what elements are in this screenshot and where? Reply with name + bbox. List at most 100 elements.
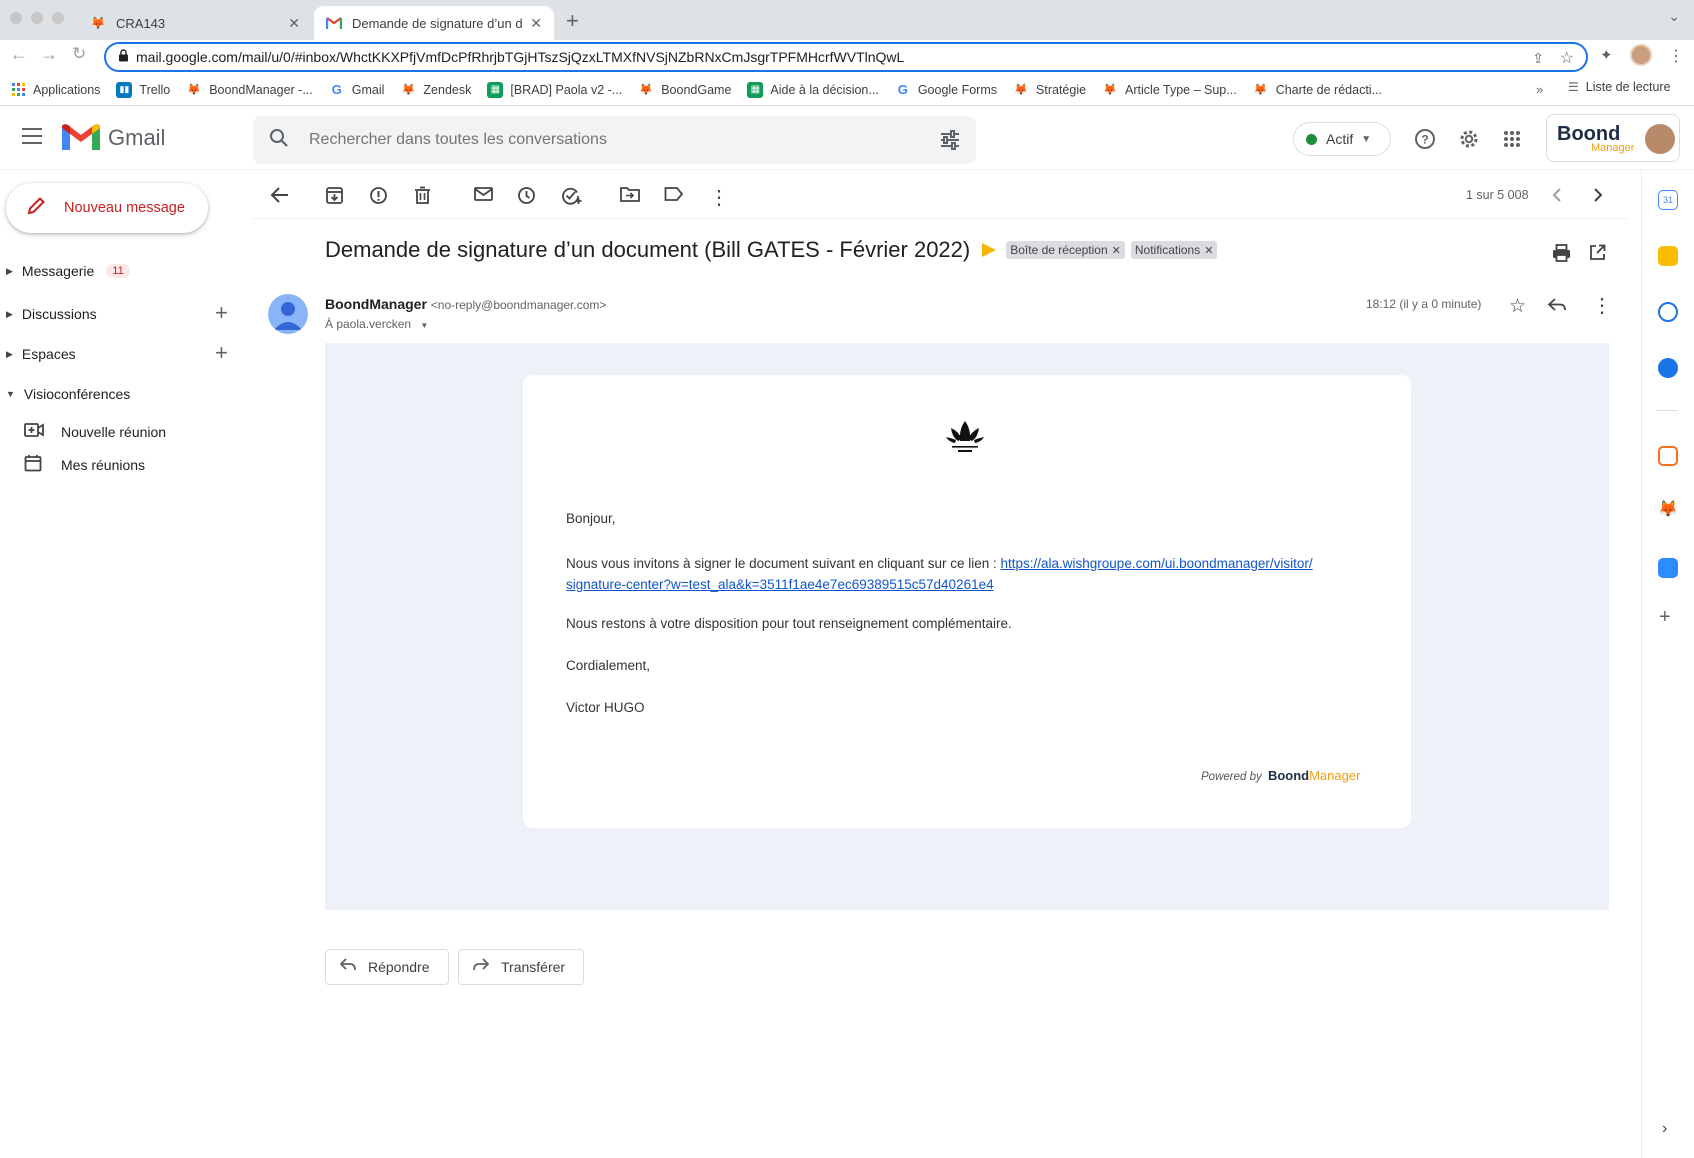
new-space-plus-icon[interactable]: + bbox=[215, 340, 228, 366]
search-input[interactable] bbox=[307, 130, 907, 150]
new-chat-plus-icon[interactable]: + bbox=[215, 300, 228, 326]
reading-list-label: Liste de lecture bbox=[1585, 80, 1671, 94]
reply-arrow-icon[interactable] bbox=[1547, 298, 1566, 317]
tab-search-chevron-icon[interactable]: ⌄ bbox=[1668, 8, 1680, 25]
bookmark-applications[interactable]: Applications bbox=[10, 82, 100, 98]
bookmark-brad-paola[interactable]: ▦ [BRAD] Paola v2 -... bbox=[487, 81, 622, 98]
older-chevron-icon[interactable] bbox=[1592, 187, 1604, 208]
browser-menu-icon[interactable]: ⋮ bbox=[1668, 46, 1684, 66]
remove-label-icon[interactable]: ✕ bbox=[1204, 245, 1213, 257]
new-tab-icon[interactable]: + bbox=[566, 8, 579, 34]
bookmark-zendesk[interactable]: 🦊 Zendesk bbox=[400, 82, 472, 98]
print-icon[interactable] bbox=[1552, 244, 1571, 267]
compose-button[interactable]: Nouveau message bbox=[6, 183, 208, 233]
sender-avatar[interactable] bbox=[268, 294, 308, 334]
close-tab-icon[interactable]: ✕ bbox=[288, 15, 300, 32]
label-chip-text: Notifications bbox=[1134, 243, 1201, 257]
browser-tab-cra143[interactable]: 🦊 CRA143 ✕ bbox=[78, 6, 312, 40]
bookmark-google-forms[interactable]: G Google Forms bbox=[895, 82, 997, 98]
account-switcher[interactable]: Boond Manager bbox=[1546, 114, 1680, 162]
main-menu-icon[interactable] bbox=[22, 128, 42, 149]
bookmark-aide-decision[interactable]: ▦ Aide à la décision... bbox=[747, 81, 879, 98]
profile-avatar[interactable] bbox=[1630, 44, 1652, 66]
caret-right-icon: ▶ bbox=[6, 308, 13, 319]
search-icon[interactable] bbox=[269, 128, 289, 153]
extensions-puzzle-icon[interactable]: ✦ bbox=[1600, 46, 1613, 64]
bookmark-article-type[interactable]: 🦊 Article Type – Sup... bbox=[1102, 82, 1237, 98]
addon-layout-icon[interactable] bbox=[1658, 446, 1678, 466]
window-close-dot[interactable] bbox=[10, 12, 22, 24]
fox-icon: 🦊 bbox=[401, 84, 416, 96]
move-to-folder-icon[interactable] bbox=[620, 186, 640, 207]
google-calendar-icon[interactable]: 31 bbox=[1658, 190, 1678, 210]
newer-chevron-icon[interactable] bbox=[1551, 187, 1563, 208]
nav-item-nouvelle-reunion[interactable]: Nouvelle réunion bbox=[24, 422, 166, 441]
mark-unread-icon[interactable] bbox=[474, 186, 493, 207]
open-new-window-icon[interactable] bbox=[1589, 244, 1606, 266]
sender-name[interactable]: BoondManager bbox=[325, 296, 427, 312]
bookmark-trello[interactable]: ▮▮ Trello bbox=[116, 81, 170, 98]
bookmark-strategie[interactable]: 🦊 Stratégie bbox=[1013, 82, 1086, 98]
label-chip-notifications[interactable]: Notifications ✕ bbox=[1130, 241, 1218, 259]
search-options-icon[interactable] bbox=[940, 130, 960, 155]
contacts-icon[interactable] bbox=[1658, 358, 1678, 378]
powered-brand-bold: Boond bbox=[1267, 768, 1310, 783]
label-tag-icon[interactable] bbox=[664, 186, 684, 207]
zoom-video-icon[interactable] bbox=[1658, 558, 1678, 578]
window-minimize-dot[interactable] bbox=[31, 12, 43, 24]
expand-panel-chevron-icon[interactable]: › bbox=[1662, 1120, 1667, 1138]
close-tab-icon[interactable]: ✕ bbox=[530, 15, 542, 32]
settings-gear-icon[interactable] bbox=[1458, 128, 1480, 155]
label-chip-inbox[interactable]: Boîte de réception ✕ bbox=[1006, 241, 1125, 259]
google-keep-icon[interactable] bbox=[1658, 246, 1678, 266]
message-more-icon[interactable]: ⋮ bbox=[1592, 293, 1612, 318]
google-tasks-icon[interactable] bbox=[1658, 302, 1678, 322]
bookmark-charte[interactable]: 🦊 Charte de rédacti... bbox=[1253, 82, 1382, 98]
archive-icon[interactable] bbox=[325, 186, 344, 210]
important-marker-icon[interactable] bbox=[982, 243, 997, 257]
more-options-icon[interactable]: ⋮ bbox=[709, 185, 729, 210]
reading-list-button[interactable]: ☰ Liste de lecture bbox=[1568, 80, 1671, 94]
boondmanager-fox-icon[interactable]: 🦊 bbox=[1658, 500, 1678, 520]
report-spam-icon[interactable] bbox=[369, 186, 388, 210]
bookmark-gmail[interactable]: G Gmail bbox=[329, 82, 385, 98]
bookmark-boondmanager[interactable]: 🦊 BoondManager -... bbox=[186, 82, 313, 98]
forward-button[interactable]: Transférer bbox=[458, 949, 585, 985]
browser-tab-gmail[interactable]: Demande de signature d’un do ✕ bbox=[314, 6, 554, 40]
reload-icon[interactable]: ↻ bbox=[72, 44, 86, 64]
nav-section-espaces[interactable]: ▶ Espaces bbox=[6, 346, 76, 362]
google-apps-icon[interactable] bbox=[1503, 130, 1521, 153]
bookmarks-overflow-icon[interactable]: » bbox=[1536, 82, 1543, 97]
nav-item-mes-reunions[interactable]: Mes réunions bbox=[24, 454, 145, 475]
address-bar[interactable]: mail.google.com/mail/u/0/#inbox/WhctKKXP… bbox=[104, 42, 1588, 72]
bookmark-star-icon[interactable]: ☆ bbox=[1560, 48, 1574, 68]
star-icon[interactable]: ☆ bbox=[1509, 295, 1526, 318]
share-icon[interactable]: ⇪ bbox=[1532, 50, 1544, 67]
nav-section-discussions[interactable]: ▶ Discussions bbox=[6, 306, 97, 322]
add-task-icon[interactable] bbox=[561, 186, 582, 210]
forward-arrow-icon[interactable]: → bbox=[40, 44, 58, 65]
help-icon[interactable]: ? bbox=[1414, 128, 1436, 155]
account-avatar[interactable] bbox=[1645, 124, 1675, 154]
delete-trash-icon[interactable] bbox=[414, 186, 431, 210]
reply-button[interactable]: Répondre bbox=[325, 949, 449, 985]
back-to-inbox-icon[interactable] bbox=[270, 186, 290, 209]
bookmark-label: BoondManager -... bbox=[209, 82, 313, 97]
nav-section-visioconferences[interactable]: ▼ Visioconférences bbox=[6, 386, 130, 402]
window-zoom-dot[interactable] bbox=[52, 12, 64, 24]
gmail-logo[interactable]: Gmail bbox=[62, 124, 165, 152]
status-dropdown[interactable]: Actif ▼ bbox=[1293, 122, 1391, 156]
get-addons-plus-icon[interactable]: + bbox=[1659, 606, 1671, 629]
recipient-line[interactable]: À paola.vercken ▼ bbox=[325, 317, 428, 331]
back-arrow-icon[interactable]: ← bbox=[10, 44, 28, 65]
message-counter: 1 sur 5 008 bbox=[1466, 188, 1529, 202]
nav-section-messagerie[interactable]: ▶ Messagerie 11 bbox=[6, 263, 130, 279]
bookmark-boondgame[interactable]: 🦊 BoondGame bbox=[638, 82, 731, 98]
fox-icon: 🦊 bbox=[1103, 84, 1117, 96]
details-caret-icon[interactable]: ▼ bbox=[420, 321, 428, 330]
snooze-clock-icon[interactable] bbox=[517, 186, 536, 210]
message-subject-row: Demande de signature d’un document (Bill… bbox=[325, 237, 1223, 263]
remove-label-icon[interactable]: ✕ bbox=[1112, 245, 1121, 257]
mail-search-bar[interactable] bbox=[253, 116, 976, 164]
google-icon: G bbox=[331, 82, 342, 97]
